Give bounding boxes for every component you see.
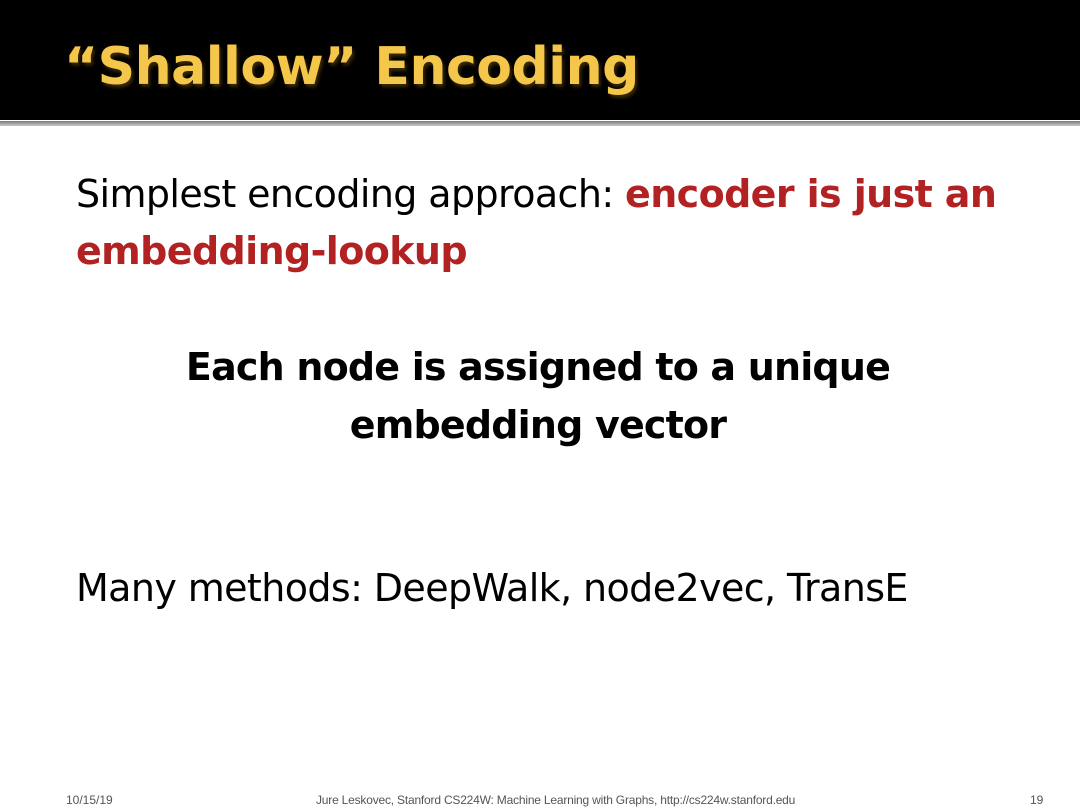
footer-credit: Jure Leskovec, Stanford CS224W: Machine …	[316, 793, 796, 807]
page-number: 19	[1030, 793, 1044, 807]
paragraph-plain-text: Simplest encoding approach:	[76, 172, 626, 216]
paragraph-node-assignment: Each node is assigned to a unique embedd…	[185, 345, 891, 447]
header-divider	[0, 121, 1080, 126]
footer-date: 10/15/19	[66, 793, 113, 807]
slide-title: “Shallow” Encoding	[64, 37, 639, 97]
paragraph-methods: Many methods: DeepWalk, node2vec, TransE	[76, 566, 908, 610]
paragraph-simplest-encoding: Simplest encoding approach: encoder is j…	[76, 166, 1056, 280]
